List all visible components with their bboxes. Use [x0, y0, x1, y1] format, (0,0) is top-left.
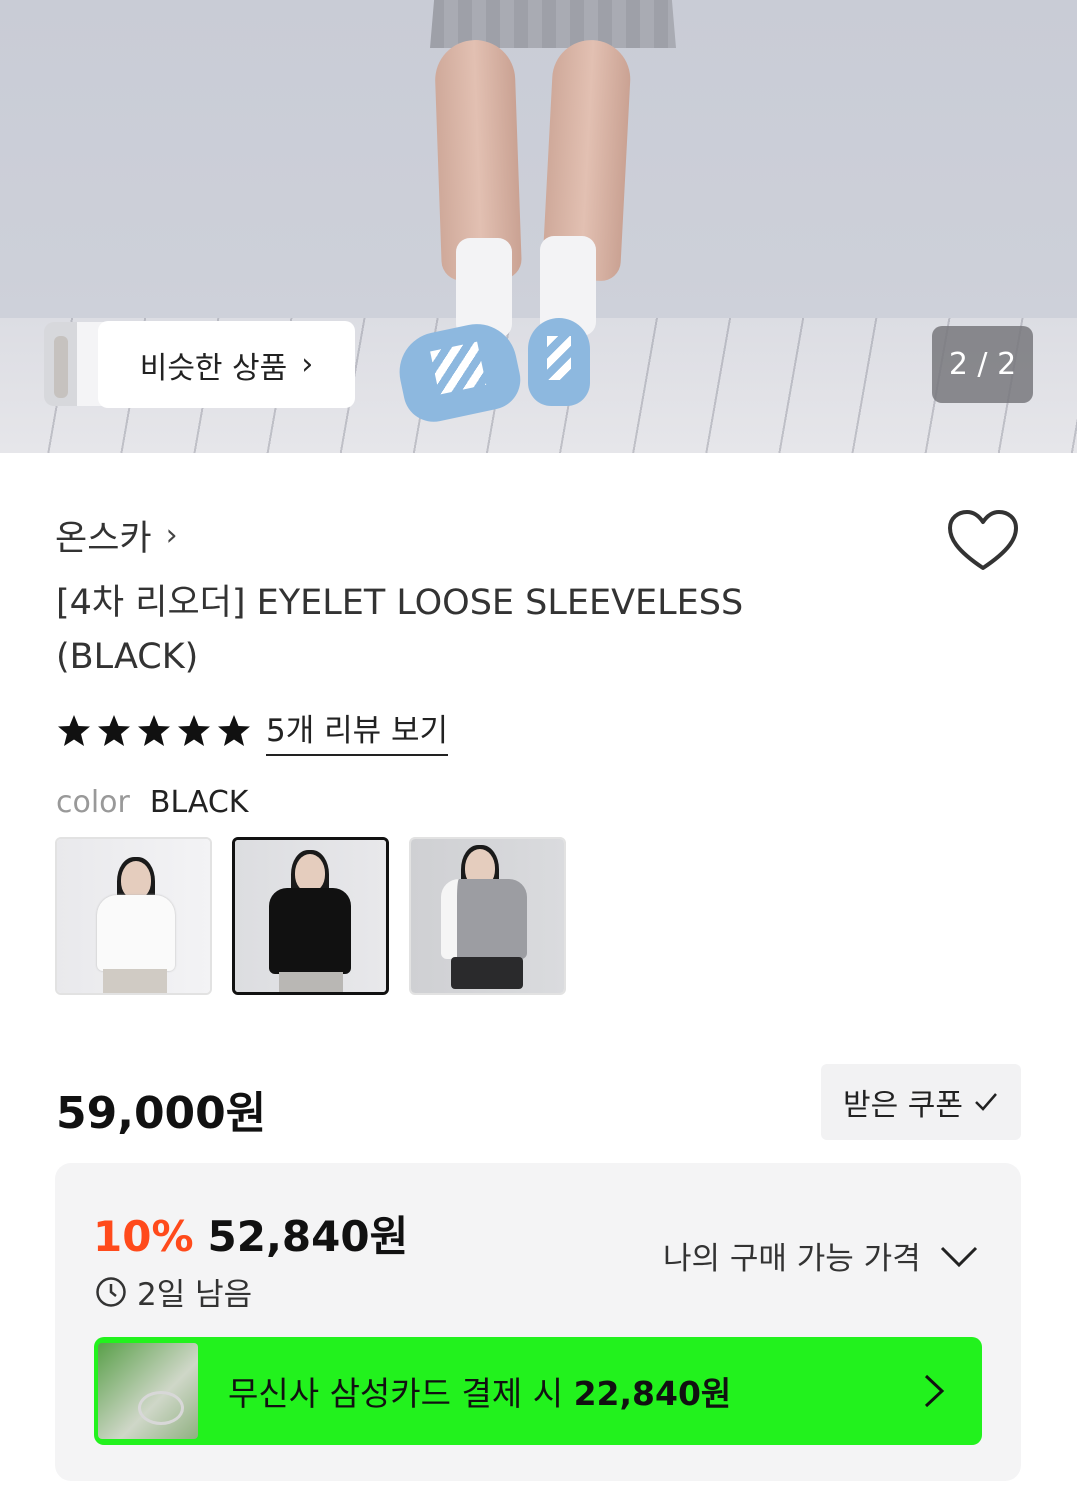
color-swatch-white[interactable]	[55, 837, 212, 995]
color-swatch-black[interactable]	[232, 837, 389, 995]
product-title-line: (BLACK)	[56, 637, 199, 677]
model-sock	[456, 238, 512, 338]
similar-products-button[interactable]: 비슷한 상품 ›	[98, 321, 355, 408]
discount-panel: 10% 52,840원 2일 남음 나의 구매 가능 가격 무신사 삼성카드 결…	[55, 1163, 1021, 1481]
star-rating	[56, 713, 252, 749]
product-image-gallery[interactable]: 비슷한 상품 › 2 / 2	[0, 0, 1077, 453]
countdown-text: 2일 남음	[137, 1277, 253, 1313]
color-label: color	[56, 785, 130, 820]
discount-rate: 10%	[93, 1212, 194, 1261]
brand-name: 온스카	[55, 519, 152, 559]
card-promo-text: 무신사 삼성카드 결제 시 22,840원	[228, 1367, 922, 1415]
product-title: [4차 리오더] EYELET LOOSE SLEEVELESS (BLACK)	[56, 576, 816, 684]
similar-products-thumbnail[interactable]	[44, 322, 104, 406]
color-swatch-gray[interactable]	[409, 837, 566, 995]
card-promo-prefix: 무신사 삼성카드 결제 시	[228, 1374, 574, 1413]
star-icon	[138, 714, 170, 746]
color-option-row: color BLACK	[56, 785, 248, 820]
star-icon	[98, 714, 130, 746]
clock-icon	[96, 1276, 126, 1307]
chevron-down-icon	[940, 1246, 977, 1267]
card-promo-price: 22,840원	[573, 1374, 732, 1413]
check-icon	[975, 1093, 997, 1111]
similar-products-label: 비슷한 상품	[139, 350, 288, 386]
star-icon	[218, 714, 250, 746]
star-icon	[58, 714, 90, 746]
brand-link[interactable]: 온스카 ›	[55, 510, 178, 561]
heart-icon[interactable]	[946, 508, 1020, 574]
chevron-right-icon: ›	[301, 347, 314, 382]
star-icon	[178, 714, 210, 746]
chevron-right-icon: ›	[165, 518, 178, 553]
original-price: 59,000원	[56, 1088, 267, 1139]
coupon-button-label: 받은 쿠폰	[843, 1088, 963, 1123]
discount-price: 52,840원	[207, 1212, 409, 1261]
discount-row: 10% 52,840원	[93, 1203, 408, 1264]
card-promo-image	[98, 1343, 198, 1439]
product-title-line: [4차 리오더] EYELET LOOSE SLEEVELESS	[56, 583, 744, 623]
received-coupon-button[interactable]: 받은 쿠폰	[821, 1064, 1021, 1140]
countdown: 2일 남음	[95, 1269, 252, 1314]
my-price-dropdown[interactable]: 나의 구매 가능 가격	[663, 1233, 979, 1278]
gallery-page-counter: 2 / 2	[932, 326, 1033, 403]
model-shoe	[528, 318, 590, 406]
rating-row: 5개 리뷰 보기	[56, 705, 449, 756]
card-promo-banner[interactable]: 무신사 삼성카드 결제 시 22,840원	[94, 1337, 982, 1445]
my-price-label: 나의 구매 가능 가격	[663, 1241, 921, 1277]
review-link[interactable]: 5개 리뷰 보기	[266, 705, 449, 756]
chevron-right-icon	[924, 1374, 945, 1408]
color-value: BLACK	[149, 785, 249, 820]
